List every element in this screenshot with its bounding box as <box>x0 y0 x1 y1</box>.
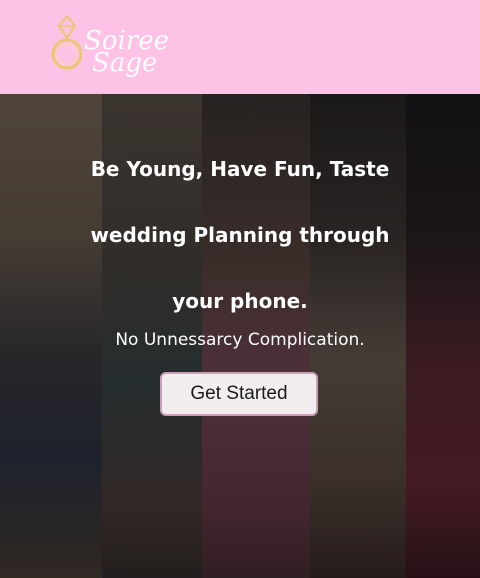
ring-icon <box>51 14 83 70</box>
hero-section: Be Young, Have Fun, Taste wedding Planni… <box>0 94 480 578</box>
site-header: Soiree Sage <box>0 0 480 94</box>
get-started-button[interactable]: Get Started <box>160 372 318 416</box>
hero-tagline: No Unnessarcy Complication. <box>115 330 365 350</box>
logo-text-line2: Sage <box>92 48 158 78</box>
hero-headline: Be Young, Have Fun, Taste wedding Planni… <box>90 157 390 313</box>
brand-logo[interactable]: Soiree Sage <box>46 6 169 80</box>
